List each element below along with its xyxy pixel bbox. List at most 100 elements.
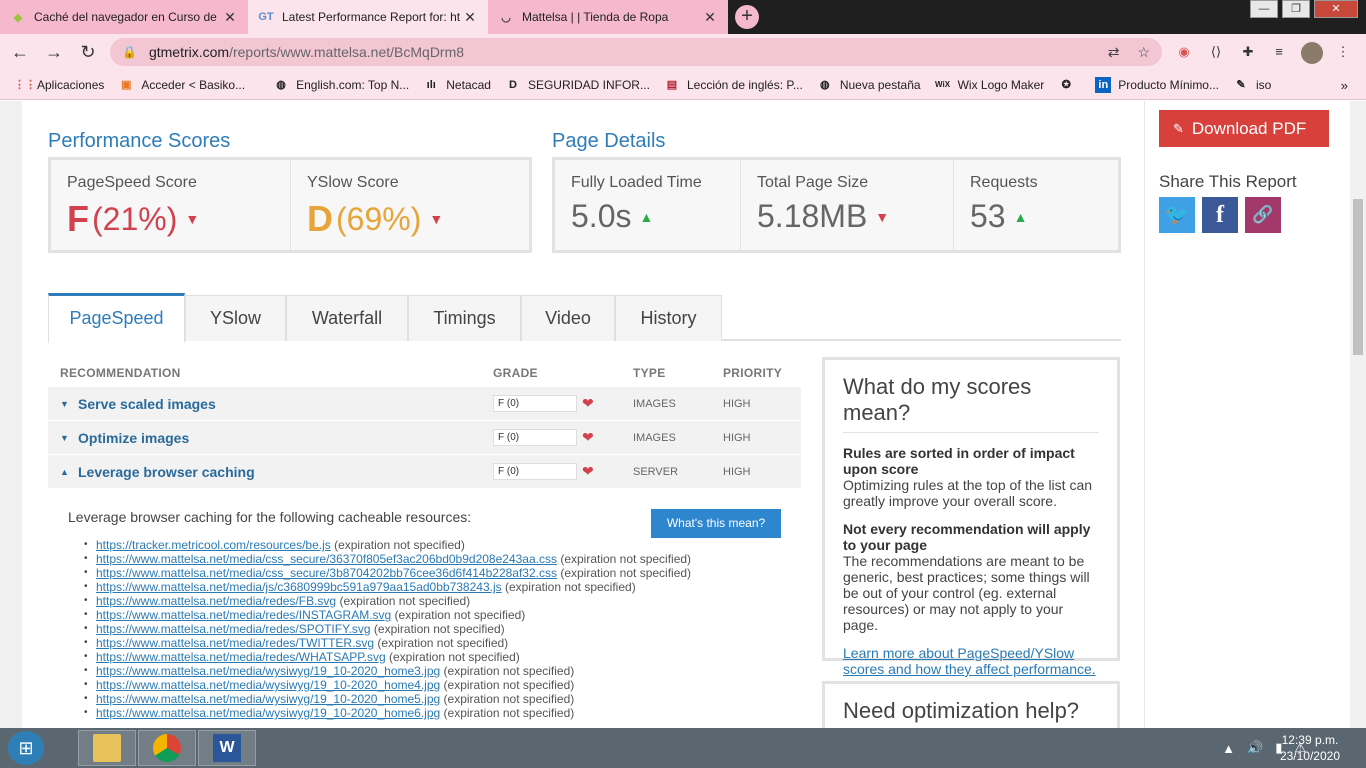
resource-link[interactable]: https://www.mattelsa.net/media/wysiwyg/1… — [96, 678, 440, 692]
profile-avatar[interactable] — [1301, 42, 1323, 64]
menu-kebab-icon[interactable]: ⋮ — [1334, 43, 1352, 61]
translate-icon[interactable]: ⇄ — [1108, 44, 1120, 61]
bookmark-item[interactable]: ✪ — [1058, 77, 1081, 93]
minimize-button[interactable]: — — [1250, 0, 1278, 18]
bookmark-item[interactable]: ▣ Acceder < Basiko... — [118, 77, 245, 93]
restore-button[interactable]: ❐ — [1282, 0, 1310, 18]
reload-button[interactable]: ↻ — [76, 40, 100, 64]
flag-icon: ▤ — [666, 78, 678, 91]
tab-yslow[interactable]: YSlow — [185, 295, 286, 341]
facebook-icon[interactable]: f — [1202, 197, 1238, 233]
bookmark-apps[interactable]: ⋮⋮ Aplicaciones — [14, 77, 104, 93]
close-tab-icon[interactable]: ✕ — [222, 9, 238, 26]
bookmark-item[interactable]: D SEGURIDAD INFOR... — [505, 77, 650, 93]
taskbar-clock[interactable]: 12:39 p.m. 23/10/2020 — [1280, 732, 1340, 764]
code-extension-icon[interactable]: ⟨⟩ — [1207, 43, 1225, 61]
download-pdf-button[interactable]: ✎ Download PDF — [1159, 110, 1329, 147]
volume-icon[interactable]: 🔊 — [1247, 740, 1263, 756]
close-tab-icon[interactable]: ✕ — [462, 9, 478, 26]
close-window-button[interactable]: ✕ — [1314, 0, 1358, 18]
resource-link[interactable]: https://www.mattelsa.net/media/redes/FB.… — [96, 594, 336, 608]
chevron-down-icon: ▼ — [185, 211, 200, 227]
close-tab-icon[interactable]: ✕ — [702, 9, 718, 26]
resource-link[interactable]: https://www.mattelsa.net/media/redes/WHA… — [96, 650, 386, 664]
tab-video[interactable]: Video — [521, 295, 615, 341]
table-row[interactable]: ▼ Serve scaled images F (0) ❤ IMAGES HIGH — [48, 387, 801, 421]
tab-waterfall[interactable]: Waterfall — [286, 295, 408, 341]
back-button[interactable]: ← — [8, 40, 32, 64]
taskbar-chrome[interactable] — [138, 730, 196, 766]
download-pdf-label: Download PDF — [1191, 118, 1307, 138]
table-row[interactable]: ▲ Leverage browser caching F (0) ❤ SERVER … — [48, 455, 801, 489]
page-details-title: Page Details — [552, 130, 666, 152]
document-icon: D — [508, 78, 517, 91]
page-scrollbar[interactable] — [1350, 101, 1366, 728]
requests-value: 53 — [970, 198, 1006, 234]
list-item: https://tracker.metricool.com/resources/… — [84, 538, 691, 552]
resource-link[interactable]: https://www.mattelsa.net/media/js/c36809… — [96, 580, 502, 594]
extensions-puzzle-icon[interactable]: ✚ — [1239, 43, 1257, 61]
resource-link[interactable]: https://www.mattelsa.net/media/redes/INS… — [96, 608, 391, 622]
chevron-down-icon: ❤ — [582, 429, 594, 445]
resource-link[interactable]: https://www.mattelsa.net/media/redes/SPO… — [96, 622, 371, 636]
scrollbar-thumb[interactable] — [1353, 199, 1363, 355]
address-bar[interactable]: 🔒 gtmetrix.com /reports/www.mattelsa.net… — [110, 38, 1162, 66]
caret-down-icon: ▼ — [60, 398, 69, 409]
learn-more-link[interactable]: Learn more about PageSpeed/YSlow scores … — [843, 645, 1099, 677]
resource-link[interactable]: https://tracker.metricool.com/resources/… — [96, 538, 331, 552]
rec-title-row[interactable]: ▲ Leverage browser caching — [60, 464, 493, 480]
resource-link[interactable]: https://www.mattelsa.net/media/wysiwyg/1… — [96, 706, 440, 720]
tab-history[interactable]: History — [615, 295, 722, 341]
table-row[interactable]: ▼ Optimize images F (0) ❤ IMAGES HIGH — [48, 421, 801, 455]
chevron-up-icon[interactable]: ▲ — [1222, 741, 1235, 756]
resource-link[interactable]: https://www.mattelsa.net/media/wysiwyg/1… — [96, 692, 440, 706]
globe-icon: ◍ — [276, 78, 286, 91]
browser-tab-platzi[interactable]: ◆ Caché del navegador en Curso de ✕ — [0, 0, 248, 34]
tab-title: Latest Performance Report for: ht — [282, 10, 461, 24]
linkedin-icon: in — [1095, 76, 1112, 93]
chevron-up-icon: ▲ — [639, 208, 654, 225]
bookmark-star-icon[interactable]: ☆ — [1137, 44, 1150, 61]
rec-title-row[interactable]: ▼ Optimize images — [60, 430, 493, 446]
recommendations-table: RECOMMENDATION GRADE TYPE PRIORITY ▼ Serv… — [48, 359, 801, 489]
bookmark-item[interactable]: ◍ English.com: Top N... — [273, 77, 409, 93]
rec-title-row[interactable]: ▼ Serve scaled images — [60, 396, 493, 412]
taskbar-word[interactable]: W — [198, 730, 256, 766]
page-size-row: 5.18MB ▼ — [757, 198, 953, 235]
taskbar-explorer[interactable] — [78, 730, 136, 766]
tab-pagespeed[interactable]: PageSpeed — [48, 293, 185, 343]
caret-up-icon: ▲ — [60, 466, 69, 477]
bookmark-item[interactable]: WiX Wix Logo Maker — [935, 77, 1044, 93]
tab-timings[interactable]: Timings — [408, 295, 521, 341]
window-controls: — ❐ ✕ — [1250, 0, 1358, 18]
extension-icon[interactable]: ◉ — [1175, 43, 1193, 61]
bookmarks-overflow-button[interactable]: » — [1341, 78, 1348, 93]
bookmark-item[interactable]: in Producto Mínimo... — [1095, 76, 1219, 93]
bookmark-item[interactable]: ◍ Nueva pestaña — [817, 77, 921, 93]
resource-link[interactable]: https://www.mattelsa.net/media/wysiwyg/1… — [96, 664, 440, 678]
whats-this-mean-button[interactable]: What's this mean? — [651, 509, 781, 538]
browser-tab-gtmetrix[interactable]: GT Latest Performance Report for: ht ✕ — [248, 0, 488, 34]
resource-link[interactable]: https://www.mattelsa.net/media/css_secur… — [96, 552, 557, 566]
rec-type: SERVER — [633, 465, 679, 478]
bookmark-item[interactable]: ılı Netacad — [423, 77, 491, 93]
rec-priority: HIGH — [723, 465, 751, 478]
pen-icon: ✎ — [1236, 78, 1246, 91]
resource-link[interactable]: https://www.mattelsa.net/media/redes/TWI… — [96, 636, 374, 650]
link-icon[interactable]: 🔗 — [1245, 197, 1281, 233]
pagespeed-score: PageSpeed Score F (21%) ▼ — [51, 160, 291, 250]
info-heading-2: Not every recommendation will apply to y… — [843, 521, 1091, 553]
reading-list-icon[interactable]: ≡ — [1270, 43, 1288, 61]
forward-button[interactable]: → — [42, 40, 66, 64]
bookmark-item[interactable]: ✎ iso — [1233, 77, 1271, 93]
load-time-label: Fully Loaded Time — [571, 174, 702, 191]
new-tab-button[interactable]: + — [735, 5, 759, 29]
url-host: gtmetrix.com — [148, 44, 230, 60]
windows-start-icon[interactable]: ⊞ — [8, 731, 44, 765]
pagespeed-score-value: F (21%) ▼ — [67, 198, 290, 240]
cisco-icon: ılı — [426, 78, 436, 91]
twitter-icon[interactable]: 🐦 — [1159, 197, 1195, 233]
bookmark-item[interactable]: ▤ Lección de inglés: P... — [664, 77, 803, 93]
browser-tab-mattelsa[interactable]: ◡ Mattelsa | | Tienda de Ropa ✕ — [488, 0, 728, 34]
resource-link[interactable]: https://www.mattelsa.net/media/css_secur… — [96, 566, 557, 580]
